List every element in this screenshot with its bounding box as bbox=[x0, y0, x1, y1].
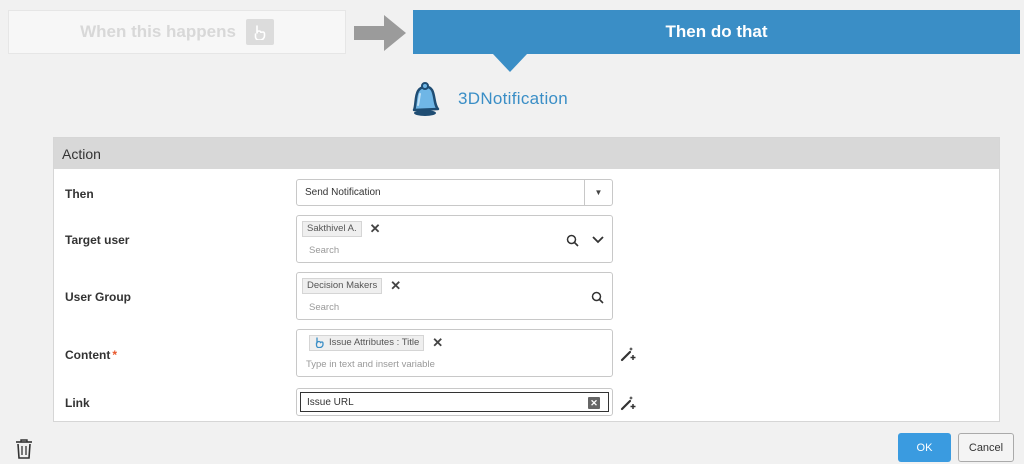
link-field[interactable]: Issue URL ✕ bbox=[296, 388, 613, 416]
step-then-do-that[interactable]: Then do that bbox=[413, 10, 1020, 72]
content-label: Content * bbox=[65, 348, 117, 362]
content-label-text: Content bbox=[65, 348, 111, 362]
target-user-label: Target user bbox=[65, 233, 130, 247]
magic-wand-icon[interactable] bbox=[620, 346, 636, 362]
target-user-field[interactable]: Sakthivel A. ✕ Search bbox=[296, 215, 613, 263]
user-group-chip: Decision Makers ✕ bbox=[302, 277, 401, 294]
then-select-value: Send Notification bbox=[305, 187, 381, 198]
chip-label: Decision Makers bbox=[302, 277, 383, 294]
bell-icon bbox=[412, 82, 440, 116]
chevron-down-icon[interactable] bbox=[592, 235, 604, 245]
step-when-this-happens[interactable]: When this happens bbox=[8, 10, 346, 54]
link-value: Issue URL bbox=[307, 396, 354, 408]
app-heading: 3DNotification bbox=[404, 80, 568, 118]
panel-header: Action bbox=[54, 138, 999, 169]
link-label: Link bbox=[65, 396, 90, 410]
search-icon[interactable] bbox=[566, 234, 579, 247]
remove-chip-icon[interactable]: ✕ bbox=[432, 335, 443, 351]
action-panel: Action Then Send Notification ▼ Target u… bbox=[53, 137, 1000, 422]
panel-title: Action bbox=[62, 145, 101, 162]
cancel-button[interactable]: Cancel bbox=[958, 433, 1014, 462]
dropdown-caret-icon[interactable]: ▼ bbox=[584, 180, 612, 205]
link-input[interactable]: Issue URL ✕ bbox=[300, 392, 609, 412]
remove-chip-icon[interactable]: ✕ bbox=[370, 221, 381, 237]
search-icon[interactable] bbox=[591, 291, 604, 304]
target-user-chip: Sakthivel A. ✕ bbox=[302, 220, 381, 237]
hand-pointer-icon bbox=[245, 19, 274, 45]
clear-icon[interactable]: ✕ bbox=[588, 397, 600, 409]
target-user-placeholder[interactable]: Search bbox=[309, 245, 339, 256]
user-group-field[interactable]: Decision Makers ✕ Search bbox=[296, 272, 613, 320]
chip-label: Issue Attributes : Title bbox=[329, 337, 420, 348]
app-name: 3DNotification bbox=[458, 89, 569, 108]
content-chip: Issue Attributes : Title ✕ bbox=[309, 334, 443, 351]
chip-label: Sakthivel A. bbox=[302, 220, 362, 237]
user-group-label: User Group bbox=[65, 290, 132, 304]
step-then-label: Then do that bbox=[665, 22, 768, 41]
step-pointer bbox=[493, 54, 527, 72]
arrow-right-icon bbox=[354, 15, 406, 51]
ok-button[interactable]: OK bbox=[898, 433, 951, 462]
required-mark: * bbox=[112, 348, 117, 362]
remove-chip-icon[interactable]: ✕ bbox=[390, 278, 401, 294]
content-placeholder[interactable]: Type in text and insert variable bbox=[306, 359, 435, 370]
variable-hand-icon bbox=[315, 337, 324, 348]
then-label: Then bbox=[65, 187, 94, 201]
step-when-label: When this happens bbox=[80, 22, 236, 41]
content-field[interactable]: Issue Attributes : Title ✕ Type in text … bbox=[296, 329, 613, 377]
user-group-placeholder[interactable]: Search bbox=[309, 302, 339, 313]
chip-tag: Issue Attributes : Title bbox=[309, 334, 425, 351]
then-select[interactable]: Send Notification ▼ bbox=[296, 179, 613, 206]
magic-wand-icon[interactable] bbox=[620, 395, 636, 411]
trash-icon[interactable] bbox=[14, 438, 34, 460]
